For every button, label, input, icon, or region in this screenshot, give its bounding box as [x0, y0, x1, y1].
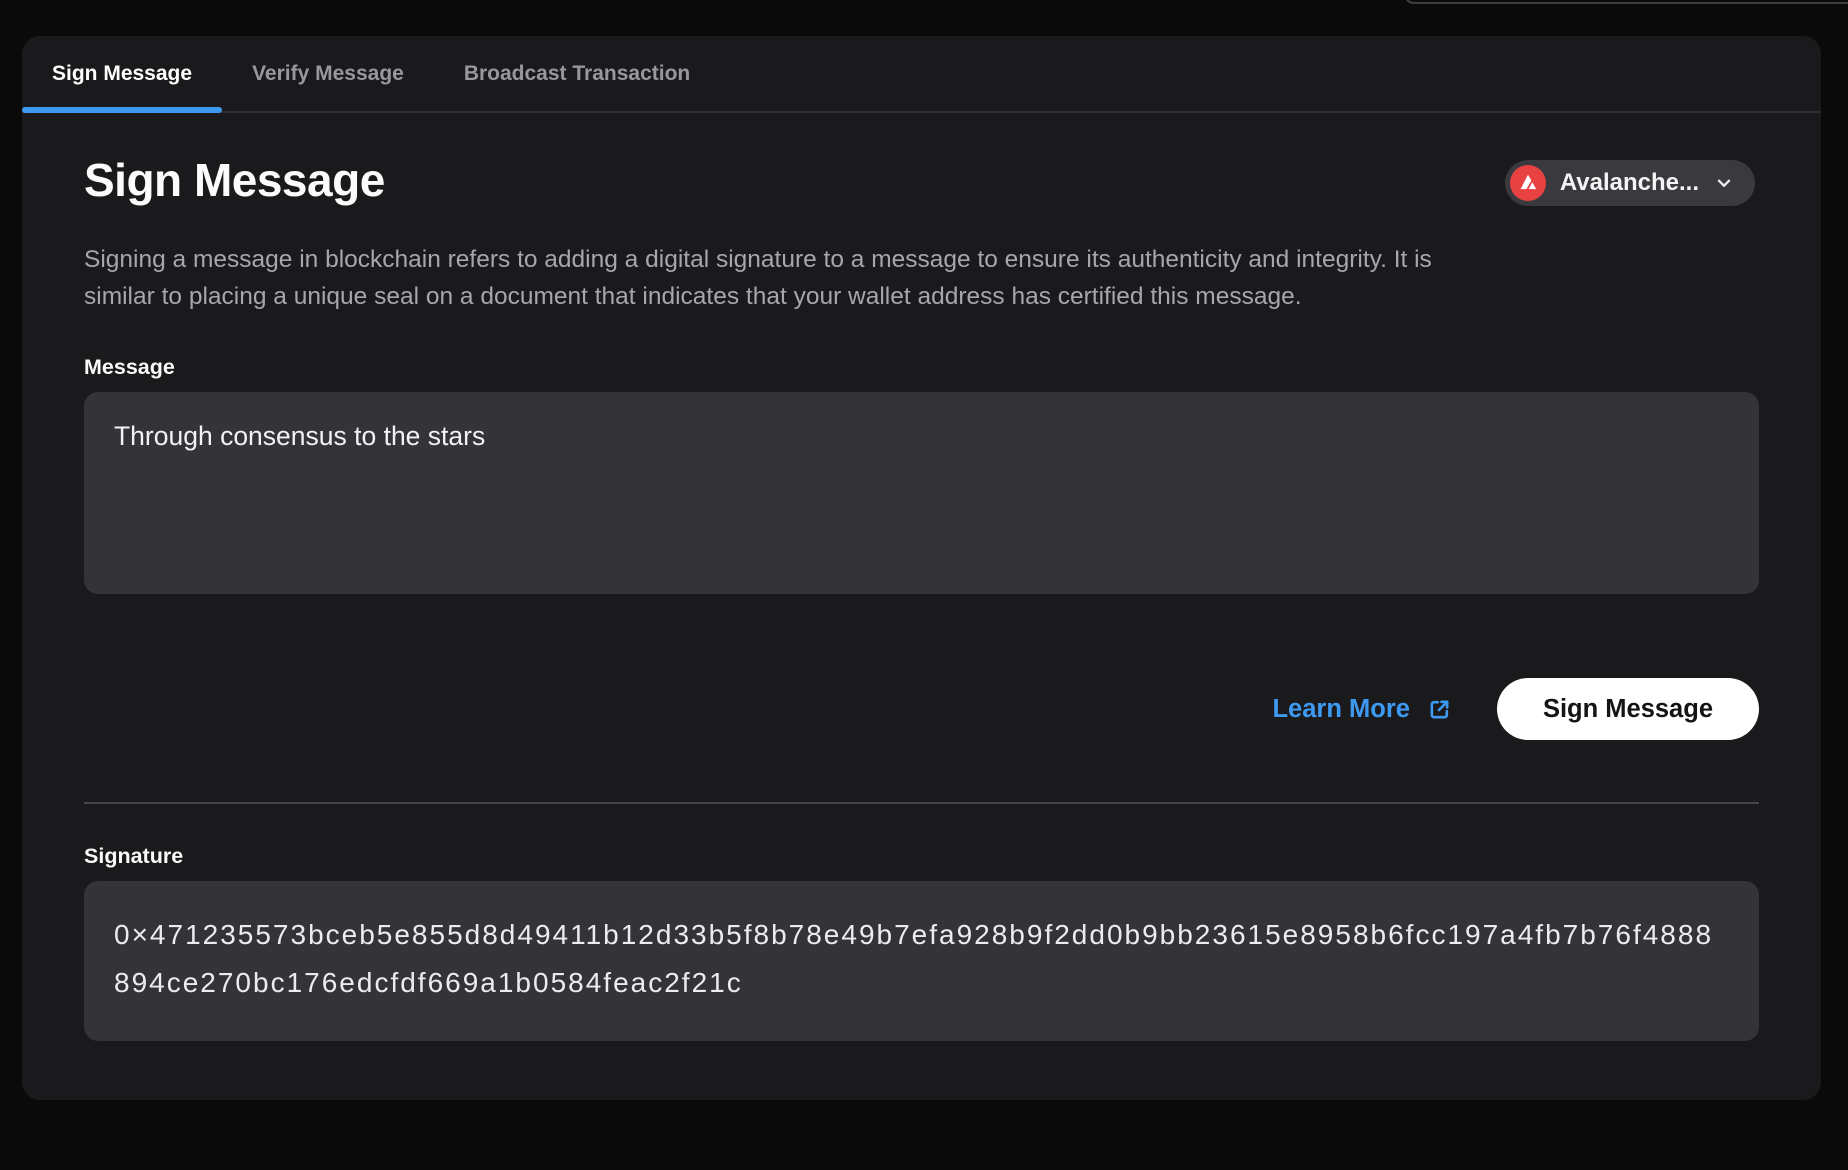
card-content: Sign Message Signing a message in blockc…: [22, 153, 1821, 1041]
tab-broadcast-transaction[interactable]: Broadcast Transaction: [434, 36, 720, 111]
learn-more-label: Learn More: [1272, 695, 1409, 724]
message-input[interactable]: Through consensus to the stars: [84, 392, 1759, 594]
tab-bar: Sign Message Verify Message Broadcast Tr…: [22, 36, 1821, 113]
chevron-down-icon: [1713, 172, 1735, 194]
intro-line-2: similar to placing a unique seal on a do…: [84, 278, 1759, 315]
actions-row: Learn More Sign Message: [84, 678, 1759, 740]
signature-label: Signature: [84, 844, 1759, 869]
signature-output[interactable]: 0×471235573bceb5e855d8d49411b12d33b5f8b7…: [84, 881, 1759, 1041]
tab-sign-message[interactable]: Sign Message: [22, 36, 222, 111]
learn-more-link[interactable]: Learn More: [1272, 695, 1452, 724]
message-label: Message: [84, 355, 1759, 380]
section-divider: [84, 802, 1759, 804]
tab-verify-message[interactable]: Verify Message: [222, 36, 434, 111]
intro-description: Signing a message in blockchain refers t…: [84, 241, 1759, 315]
top-right-cutoff-panel: [1404, 0, 1848, 4]
avalanche-logo-icon: [1510, 165, 1546, 201]
sign-message-card: Sign Message Verify Message Broadcast Tr…: [22, 36, 1821, 1100]
network-selector-label: Avalanche...: [1560, 169, 1699, 197]
external-link-icon: [1426, 696, 1453, 723]
screen: Sign Message Verify Message Broadcast Tr…: [0, 0, 1848, 1170]
intro-line-1: Signing a message in blockchain refers t…: [84, 241, 1759, 278]
sign-message-button[interactable]: Sign Message: [1497, 678, 1759, 740]
network-selector[interactable]: Avalanche...: [1505, 160, 1755, 206]
